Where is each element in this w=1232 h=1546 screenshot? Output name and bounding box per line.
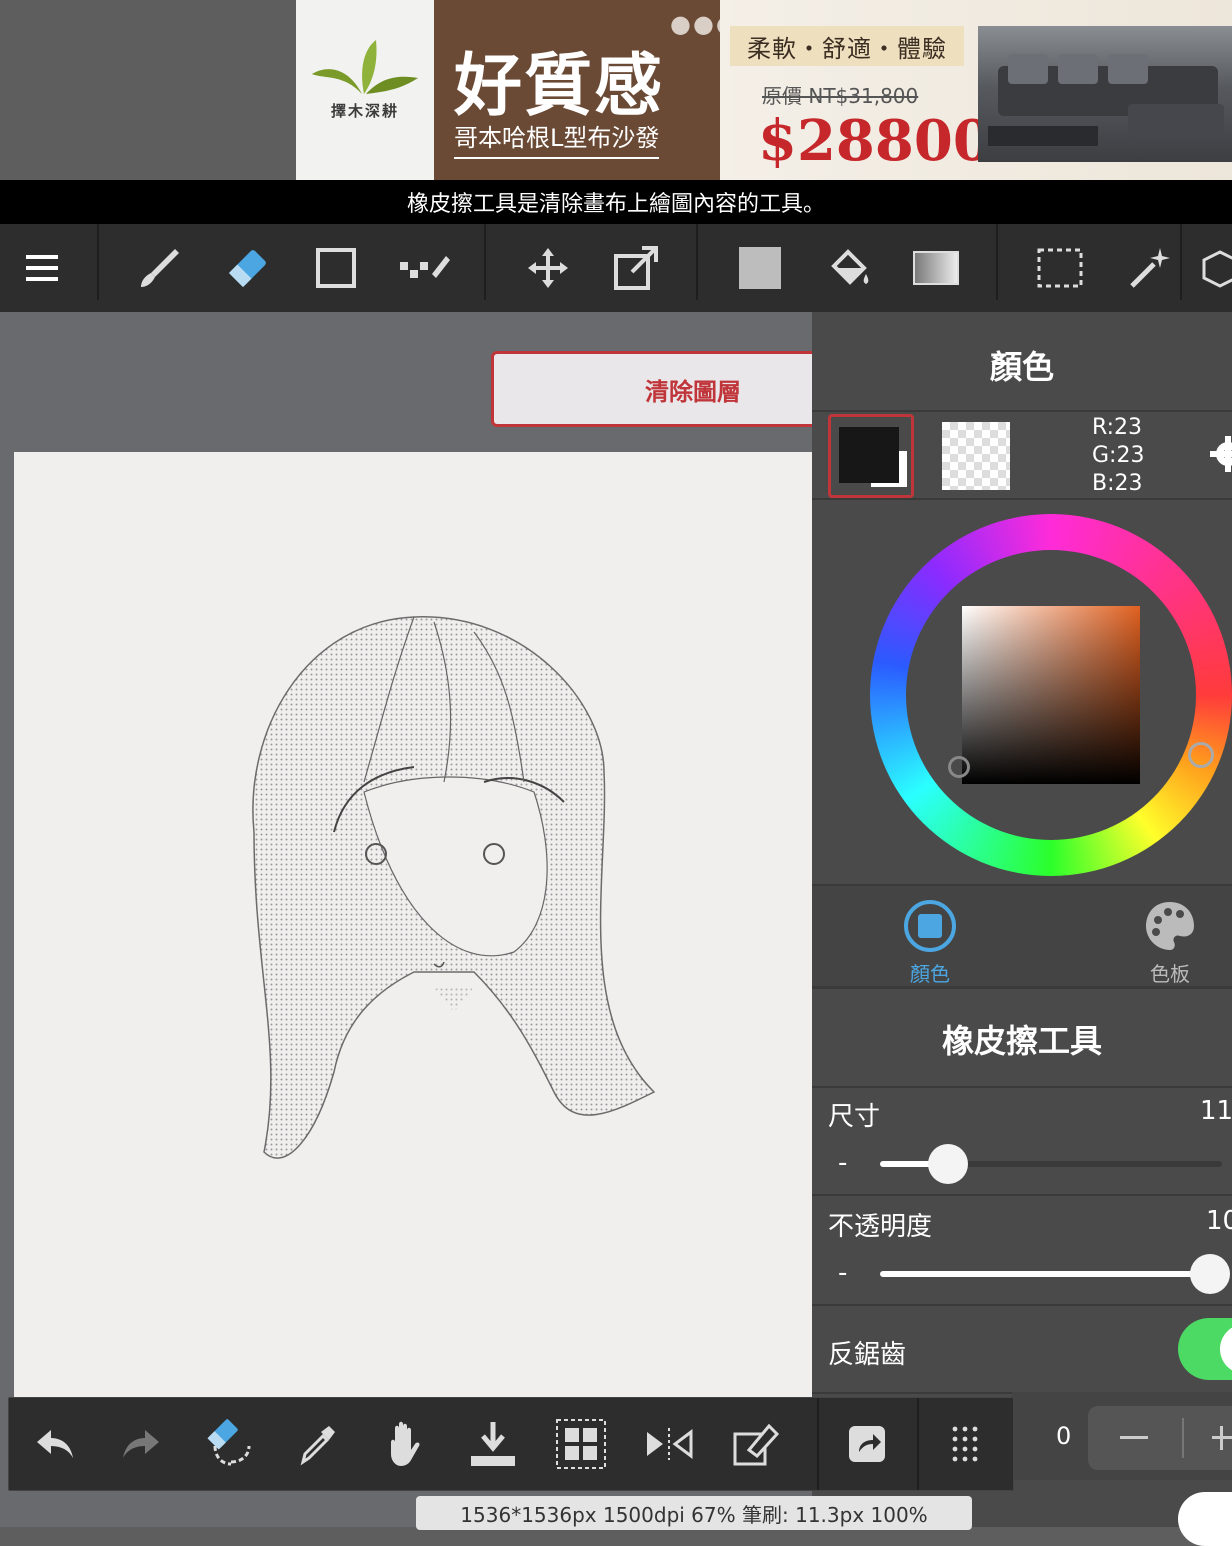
ad-logo-text: 擇木深耕 — [330, 102, 399, 120]
gradient-icon[interactable] — [908, 240, 964, 296]
stepper-minus-button[interactable] — [1120, 1436, 1148, 1439]
stepper-control — [1088, 1406, 1232, 1470]
color-picker-handle[interactable] — [948, 756, 970, 778]
opacity-value: 10 — [1206, 1206, 1232, 1236]
3d-icon[interactable] — [1200, 240, 1232, 296]
color-tab-icon[interactable] — [902, 898, 958, 954]
grid-icon[interactable] — [553, 1416, 609, 1472]
share-icon[interactable] — [839, 1416, 895, 1472]
fill-color-icon[interactable] — [732, 240, 788, 296]
select-icon[interactable] — [1032, 240, 1088, 296]
ad-logo: 擇木深耕 — [296, 0, 434, 180]
ad-original-price: 原價 NT$31,800 — [762, 84, 919, 108]
saturation-brightness-square[interactable] — [962, 606, 1140, 784]
size-minus-button[interactable]: - — [838, 1148, 847, 1178]
rgb-readout: R:23 G:23 B:23 — [1092, 414, 1144, 498]
panel-divider — [812, 498, 1232, 500]
color-wheel[interactable] — [870, 514, 1232, 876]
palette-icon[interactable] — [1142, 898, 1198, 954]
toolbar-divider — [484, 224, 486, 300]
tip-bar: 橡皮擦工具是清除畫布上繪圖內容的工具。 — [0, 180, 1232, 224]
leaf-logo-icon — [312, 40, 418, 94]
ad-price-block: 柔軟・舒適・體驗 原價 NT$31,800 $28800 — [720, 0, 1232, 180]
sketch-illustration — [252, 616, 656, 1159]
ad-tagline: 柔軟・舒適・體驗 — [730, 26, 964, 66]
tab-palette[interactable]: 色板 — [1132, 958, 1208, 987]
size-value: 11. — [1200, 1096, 1232, 1126]
bottombar-divider — [817, 1398, 819, 1490]
flip-icon[interactable] — [641, 1416, 697, 1472]
opacity-slider-fill — [880, 1271, 1210, 1277]
drawing-canvas[interactable] — [14, 452, 812, 1397]
tab-color[interactable]: 顏色 — [892, 958, 968, 987]
red-value: R:23 — [1092, 415, 1143, 440]
antialias-toggle[interactable] — [1178, 1318, 1232, 1380]
eraser-icon[interactable] — [220, 240, 276, 296]
dot-icon[interactable] — [396, 240, 452, 296]
toolbar-divider — [996, 224, 998, 300]
status-bar: 1536*1536px 1500dpi 67% 筆刷: 11.3px 100% — [416, 1496, 972, 1530]
gear-icon[interactable] — [1208, 434, 1232, 474]
ad-price: $28800 — [758, 108, 992, 174]
menu-icon[interactable] — [16, 240, 72, 296]
bottom-toggle[interactable] — [1178, 1492, 1232, 1546]
foreground-color-fill — [839, 427, 899, 483]
tool-panel-title: 橡皮擦工具 — [941, 1022, 1102, 1060]
transform-icon[interactable] — [608, 240, 664, 296]
size-label: 尺寸 — [828, 1102, 881, 1132]
move-icon[interactable] — [520, 240, 576, 296]
ad-subtitle: 哥本哈根L型布沙發 — [454, 118, 660, 159]
more-icon[interactable] — [937, 1416, 993, 1472]
toolbar-divider — [696, 224, 698, 300]
eraser-swap-icon[interactable] — [201, 1416, 257, 1472]
panel-divider — [812, 986, 1232, 989]
main-toolbar — [0, 224, 1232, 312]
sofa-image — [978, 26, 1232, 162]
save-icon[interactable] — [465, 1416, 521, 1472]
toolbar-divider — [1180, 224, 1182, 300]
stepper-value: 0 — [1056, 1422, 1072, 1450]
opacity-minus-button[interactable]: - — [838, 1258, 847, 1288]
transparent-color-swatch[interactable] — [942, 422, 1010, 490]
green-value: G:23 — [1092, 443, 1145, 468]
opacity-slider-knob[interactable] — [1190, 1254, 1230, 1294]
ad-headline-block: 好質感 哥本哈根L型布沙發 ●●● — [434, 0, 737, 180]
antialias-label: 反鋸齒 — [828, 1340, 907, 1370]
hand-icon[interactable] — [377, 1416, 433, 1472]
opacity-label: 不透明度 — [828, 1212, 933, 1242]
right-panel: 顏色 R:23 G:23 B:23 顏色 色板 橡皮擦工具 尺寸 11. - — [812, 312, 1232, 1546]
size-slider-knob[interactable] — [928, 1144, 968, 1184]
bottom-toolbar — [8, 1397, 1014, 1491]
panel-divider — [812, 1086, 1232, 1088]
ad-headline: 好質感 — [454, 46, 665, 126]
edit-icon[interactable] — [729, 1416, 785, 1472]
panel-divider — [812, 1194, 1232, 1196]
color-panel-title: 顏色 — [989, 348, 1054, 386]
bucket-icon[interactable] — [820, 240, 876, 296]
bottombar-divider — [917, 1398, 919, 1490]
panel-divider — [812, 1304, 1232, 1306]
hue-picker-handle[interactable] — [1188, 742, 1214, 768]
ad-banner[interactable]: 擇木深耕 好質感 哥本哈根L型布沙發 ●●● 柔軟・舒適・體驗 原價 NT$31… — [0, 0, 1232, 180]
eyedropper-icon[interactable] — [289, 1416, 345, 1472]
panel-divider — [812, 410, 1232, 412]
foreground-color-swatch[interactable] — [828, 414, 914, 498]
toolbar-divider — [97, 224, 99, 300]
brush-icon[interactable] — [132, 240, 188, 296]
blue-value: B:23 — [1092, 471, 1143, 496]
shape-icon[interactable] — [308, 240, 364, 296]
undo-icon[interactable] — [27, 1416, 83, 1472]
magic-wand-icon[interactable] — [1120, 240, 1176, 296]
redo-icon[interactable] — [113, 1416, 169, 1472]
